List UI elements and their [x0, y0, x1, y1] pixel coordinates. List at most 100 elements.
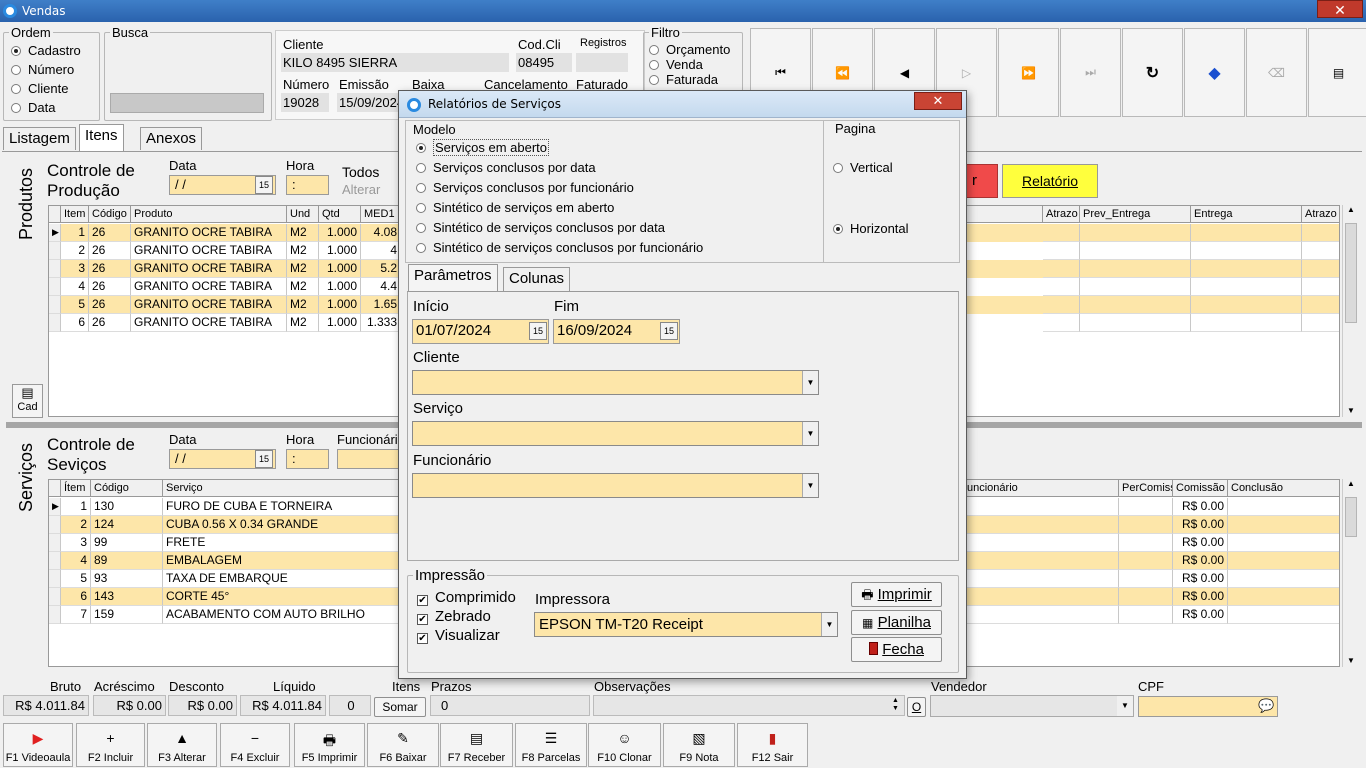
cell-conclusao[interactable]: [1228, 552, 1339, 570]
cell-empty[interactable]: [1080, 224, 1191, 242]
tab-parametros[interactable]: Parâmetros: [408, 264, 498, 292]
calendar-icon[interactable]: 15: [255, 176, 273, 194]
impressora-select[interactable]: EPSON TM-T20 Receipt ▼: [534, 612, 838, 637]
cell-empty[interactable]: [1080, 278, 1191, 296]
cell-conclusao[interactable]: [1228, 570, 1339, 588]
tag-button[interactable]: ◆: [1184, 28, 1245, 117]
cell-item[interactable]: 2: [61, 516, 91, 534]
cell-empty[interactable]: [1043, 242, 1080, 260]
col-atrazo[interactable]: Atrazo: [1043, 206, 1080, 223]
cell-item[interactable]: 2: [61, 242, 89, 260]
tab-itens[interactable]: Itens: [79, 124, 124, 151]
cell-med1[interactable]: 4: [361, 242, 401, 260]
cell-item[interactable]: 6: [61, 588, 91, 606]
cell-empty[interactable]: [963, 606, 1119, 624]
cell-comissao[interactable]: R$ 0.00: [1173, 570, 1228, 588]
cell-empty[interactable]: [963, 570, 1119, 588]
cell-conclusao[interactable]: [1228, 534, 1339, 552]
col-entrega[interactable]: Entrega: [1191, 206, 1302, 223]
cell-qtd[interactable]: 1.000: [319, 314, 361, 332]
cell-empty[interactable]: [1043, 278, 1080, 296]
cell-qtd[interactable]: 1.000: [319, 260, 361, 278]
produtos-alterar-label[interactable]: Alterar: [342, 182, 380, 197]
cell-empty[interactable]: [1119, 534, 1173, 552]
col-atrazo-2[interactable]: Atrazo: [1302, 206, 1339, 223]
servicos-func-field[interactable]: [337, 449, 400, 469]
pagina-option-horizontal[interactable]: Horizontal: [833, 221, 909, 236]
cell-empty[interactable]: [1191, 224, 1302, 242]
cell-item[interactable]: 4: [61, 552, 91, 570]
cell-conclusao[interactable]: [1228, 588, 1339, 606]
cell-codigo[interactable]: 130: [91, 498, 163, 516]
cell-und[interactable]: M2: [287, 224, 319, 242]
cell-empty[interactable]: [1119, 498, 1173, 516]
col-qtd[interactable]: Qtd: [319, 206, 361, 223]
cell-codigo[interactable]: 93: [91, 570, 163, 588]
form-button[interactable]: ▤: [1308, 28, 1366, 117]
scroll-up-icon[interactable]: ▲: [1343, 205, 1359, 214]
cell-codigo[interactable]: 99: [91, 534, 163, 552]
calendar-icon[interactable]: 15: [660, 322, 678, 340]
fkey-button-3[interactable]: ▲ F3 Alterar: [147, 723, 217, 767]
check-zebrado[interactable]: ✔ Zebrado: [417, 608, 491, 625]
cell-qtd[interactable]: 1.000: [319, 278, 361, 296]
cell-und[interactable]: M2: [287, 296, 319, 314]
cell-empty[interactable]: [1080, 314, 1191, 332]
cell-empty[interactable]: [1043, 224, 1080, 242]
cell-empty[interactable]: [1043, 296, 1080, 314]
fkey-button-9[interactable]: ☺ F10 Clonar: [588, 723, 661, 767]
numero-field[interactable]: 19028: [281, 93, 329, 112]
col-blank[interactable]: [963, 206, 1043, 223]
cell-empty[interactable]: [963, 498, 1119, 516]
cell-qtd[interactable]: 1.000: [319, 296, 361, 314]
cell-servico[interactable]: CUBA 0.56 X 0.34 GRANDE: [163, 516, 403, 534]
filtro-option-faturada[interactable]: Faturada: [649, 72, 718, 87]
dialog-close-button[interactable]: ✕: [914, 92, 962, 110]
cell-empty[interactable]: [963, 552, 1119, 570]
cell-empty[interactable]: [1302, 278, 1339, 296]
fkey-button-2[interactable]: + F2 Incluir: [76, 723, 145, 767]
cell-med1[interactable]: 4.08: [361, 224, 401, 242]
observacoes-field[interactable]: [593, 695, 905, 716]
col-comissao[interactable]: Comissão: [1173, 480, 1228, 497]
produtos-todos-label[interactable]: Todos: [342, 164, 379, 180]
cell-empty[interactable]: [1119, 516, 1173, 534]
cell-item[interactable]: 1: [61, 498, 91, 516]
cell-und[interactable]: M2: [287, 314, 319, 332]
cell-empty[interactable]: [1080, 242, 1191, 260]
fecha-button[interactable]: Fecha: [851, 637, 942, 662]
calendar-icon[interactable]: 15: [255, 450, 273, 468]
cell-produto[interactable]: GRANITO OCRE TABIRA: [131, 242, 287, 260]
cell-item[interactable]: 3: [61, 260, 89, 278]
cell-und[interactable]: M2: [287, 242, 319, 260]
filtro-option-venda[interactable]: Venda: [649, 57, 703, 72]
pagina-option-vertical[interactable]: Vertical: [833, 160, 893, 175]
col-codigo[interactable]: Código: [91, 480, 163, 497]
eraser-button[interactable]: ⌫: [1246, 28, 1307, 117]
modelo-option-conclusos-data[interactable]: Serviços conclusos por data: [416, 160, 596, 175]
servicos-scrollbar[interactable]: ▲ ▼: [1342, 479, 1359, 667]
ordem-option-cadastro[interactable]: Cadastro: [11, 43, 81, 58]
modelo-option-sintetico-funcionario[interactable]: Sintético de serviços conclusos por func…: [416, 240, 703, 255]
cell-produto[interactable]: GRANITO OCRE TABIRA: [131, 260, 287, 278]
cell-comissao[interactable]: R$ 0.00: [1173, 552, 1228, 570]
cell-codigo[interactable]: 26: [89, 224, 131, 242]
cell-empty[interactable]: [1302, 314, 1339, 332]
cell-item[interactable]: 5: [61, 570, 91, 588]
calendar-icon[interactable]: 15: [529, 322, 547, 340]
filtro-option-orcamento[interactable]: Orçamento: [649, 42, 730, 57]
cell-und[interactable]: M2: [287, 260, 319, 278]
col-und[interactable]: Und: [287, 206, 319, 223]
cell-empty[interactable]: [963, 534, 1119, 552]
cell-comissao[interactable]: R$ 0.00: [1173, 498, 1228, 516]
scroll-up-icon[interactable]: ▲: [1343, 479, 1359, 488]
cell-conclusao[interactable]: [1228, 498, 1339, 516]
next-page-button[interactable]: ⏩: [998, 28, 1059, 117]
cell-empty[interactable]: [1043, 260, 1080, 278]
cell-empty[interactable]: [1191, 260, 1302, 278]
cell-empty[interactable]: [1119, 552, 1173, 570]
cell-servico[interactable]: CORTE 45°: [163, 588, 403, 606]
cell-empty[interactable]: [1302, 296, 1339, 314]
emissao-field[interactable]: 15/09/2024: [337, 93, 401, 112]
cell-item[interactable]: 3: [61, 534, 91, 552]
